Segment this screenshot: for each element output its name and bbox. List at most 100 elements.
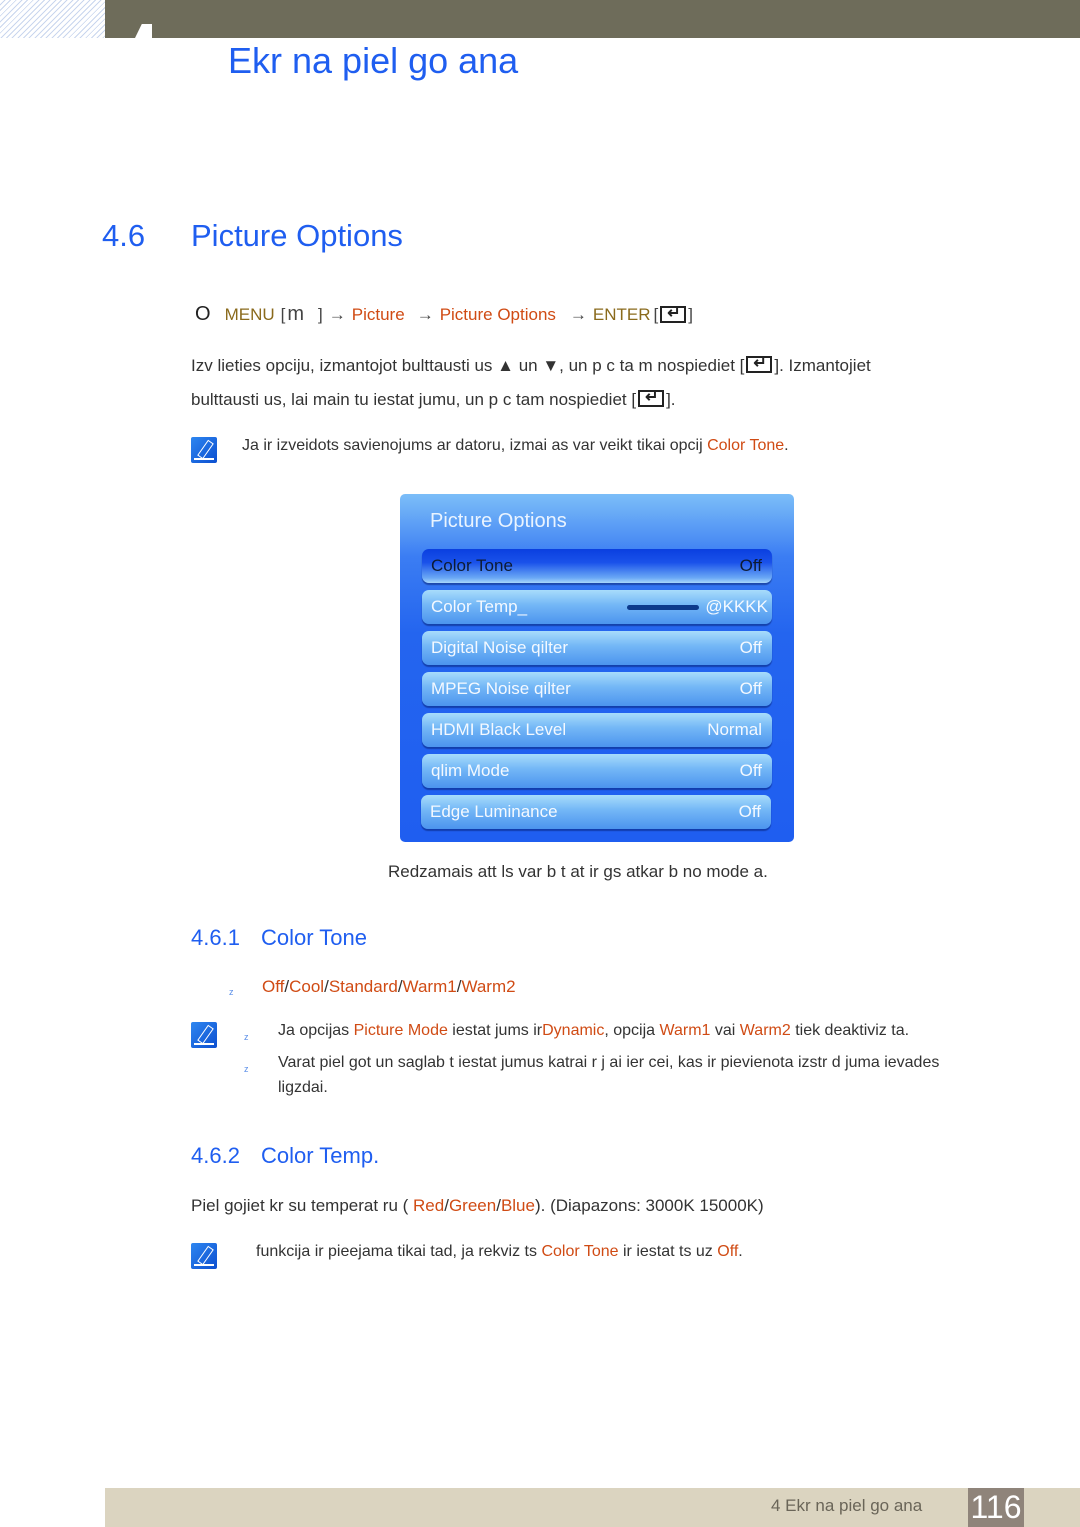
subsection-number: 4.6.1: [191, 925, 240, 950]
instruction-text: ]. Izmantojiet: [774, 356, 871, 375]
osd-item-label: qlim Mode: [431, 761, 510, 780]
enter-key-icon: [660, 303, 687, 323]
picture-link: Picture: [351, 304, 405, 324]
osd-item-color-tone[interactable]: Color Tone Off: [422, 549, 772, 583]
color-temp-slider[interactable]: [627, 604, 700, 610]
header-bar: [105, 0, 1080, 38]
note-end: .: [738, 1243, 743, 1260]
osd-title: Picture Options: [430, 510, 567, 532]
osd-item-digital-noise-filter[interactable]: Digital Noise qilter Off: [422, 631, 772, 665]
blue-link: Blue: [500, 1196, 535, 1215]
osd-item-label: HDMI Black Level: [431, 720, 567, 739]
dynamic-link: Dynamic: [542, 1022, 605, 1039]
color-temp-description: Piel gojiet kr su temperat ru ( Red/Gree…: [191, 1196, 764, 1216]
note-text: Ja opcijas: [278, 1022, 354, 1039]
note-end: .: [784, 437, 789, 454]
instruction-text: Izv lieties opciju, izmantojot bulttaust…: [191, 356, 745, 375]
arrow-icon: →: [328, 304, 346, 324]
menu-path: O MENU [ m ] → Picture → Picture Options…: [195, 303, 693, 326]
option-standard: Standard: [328, 977, 398, 996]
note-text: Ja ir izveidots savienojums ar datoru, i…: [242, 437, 708, 454]
osd-item-edge-luminance[interactable]: Edge Luminance Off: [421, 795, 771, 829]
note-save-settings-line-2: ligzdai.: [278, 1079, 328, 1096]
option-cool: Cool: [289, 977, 325, 996]
note-text: vai: [710, 1022, 740, 1039]
page-number: 116: [968, 1488, 1024, 1527]
osd-item-label: Color Temp_: [431, 597, 528, 616]
image-caption: Redzamais att ls var b t at ir gs atkar …: [388, 862, 768, 881]
instruction-text: ].: [666, 390, 676, 409]
osd-item-film-mode[interactable]: qlim Mode Off: [422, 754, 772, 788]
footer-bar: [105, 1488, 1080, 1527]
osd-item-mpeg-noise-filter[interactable]: MPEG Noise qilter Off: [422, 672, 772, 706]
option-warm2: Warm2: [461, 977, 516, 996]
picture-mode-link: Picture Mode: [353, 1022, 448, 1039]
osd-item-value: Off: [738, 802, 761, 821]
picture-options-osd-panel: Picture Options Color Tone Off Color Tem…: [400, 494, 794, 842]
warm1-link: Warm1: [659, 1022, 711, 1039]
arrow-icon: →: [569, 304, 587, 324]
arrow-icon: →: [416, 304, 434, 324]
chapter-title: Ekr na piel go ana: [228, 40, 519, 81]
instruction-line-1: Izv lieties opciju, izmantojot bulttaust…: [191, 353, 871, 376]
color-tone-link: Color Tone: [541, 1243, 619, 1260]
note-text: ir iestat ts uz: [618, 1243, 718, 1260]
warm2-link: Warm2: [739, 1022, 791, 1039]
option-off: Off: [262, 977, 285, 996]
option-warm1: Warm1: [402, 977, 457, 996]
para-text: Piel gojiet kr su temperat ru (: [191, 1196, 414, 1215]
note-computer-connection: Ja ir izveidots savienojums ar datoru, i…: [242, 437, 789, 455]
section-number: 4.6: [102, 218, 146, 253]
subsection-title: Color Temp.: [261, 1143, 380, 1168]
menu-key-icon: m: [287, 303, 305, 325]
osd-item-hdmi-black-level[interactable]: HDMI Black Level Normal: [422, 713, 772, 747]
menu-label: MENU: [224, 304, 275, 324]
section-title: Picture Options: [191, 218, 403, 253]
bullet-icon: z: [244, 1032, 249, 1042]
off-link: Off: [717, 1243, 739, 1260]
osd-item-value: Off: [739, 761, 762, 780]
note-dynamic-mode: Ja opcijas Picture Mode iestat jums irDy…: [278, 1022, 909, 1040]
note-icon: [191, 1022, 217, 1048]
para-text: ). (Diapazons: 3000K 15000K): [534, 1196, 764, 1215]
menu-path-bullet: O: [195, 303, 211, 325]
bracket: [: [653, 304, 659, 324]
color-tone-options: Off/Cool/Standard/Warm1/Warm2: [262, 977, 516, 997]
header-hatch-decoration: [0, 0, 105, 38]
osd-item-color-temp[interactable]: Color Temp_ @KKKK: [422, 590, 772, 624]
bullet-icon: z: [229, 987, 234, 997]
bracket: ]: [318, 304, 323, 324]
note-color-temp-availability: funkcija ir pieejama tikai tad, ja rekvi…: [256, 1243, 743, 1261]
bracket: ]: [688, 304, 694, 324]
osd-item-value: Off: [739, 638, 762, 657]
osd-item-value: @KKKK: [705, 597, 768, 616]
note-text: funkcija ir pieejama tikai tad, ja rekvi…: [256, 1243, 542, 1260]
note-text: iestat jums ir: [447, 1022, 543, 1039]
osd-slider-group: @KKKK: [627, 597, 768, 617]
subsection-title: Color Tone: [261, 925, 367, 950]
osd-item-label: Edge Luminance: [430, 802, 558, 821]
bullet-icon: z: [244, 1064, 249, 1074]
osd-item-value: Off: [739, 556, 762, 575]
subsection-number: 4.6.2: [191, 1143, 240, 1168]
green-link: Green: [448, 1196, 497, 1215]
red-link: Red: [413, 1196, 445, 1215]
osd-item-label: Color Tone: [431, 556, 513, 575]
instruction-text: bulttausti us, lai main tu iestat jumu, …: [191, 390, 637, 409]
color-tone-link: Color Tone: [707, 437, 785, 454]
osd-item-label: Digital Noise qilter: [431, 638, 568, 657]
bracket: [: [280, 304, 286, 324]
note-text: , opcija: [604, 1022, 660, 1039]
note-save-settings-line-1: Varat piel got un saglab t iestat jumus …: [278, 1054, 940, 1071]
enter-key-icon: [746, 353, 773, 373]
osd-item-value: Normal: [707, 720, 762, 739]
instruction-line-2: bulttausti us, lai main tu iestat jumu, …: [191, 387, 676, 410]
enter-label: ENTER: [592, 304, 651, 324]
note-text: tiek deaktiviz ta.: [790, 1022, 910, 1039]
note-icon: [191, 1243, 217, 1269]
footer-chapter: 4 Ekr na piel go ana: [771, 1496, 923, 1515]
enter-key-icon: [638, 387, 665, 407]
osd-item-label: MPEG Noise qilter: [431, 679, 571, 698]
picture-options-link: Picture Options: [439, 304, 556, 324]
note-icon: [191, 437, 217, 463]
